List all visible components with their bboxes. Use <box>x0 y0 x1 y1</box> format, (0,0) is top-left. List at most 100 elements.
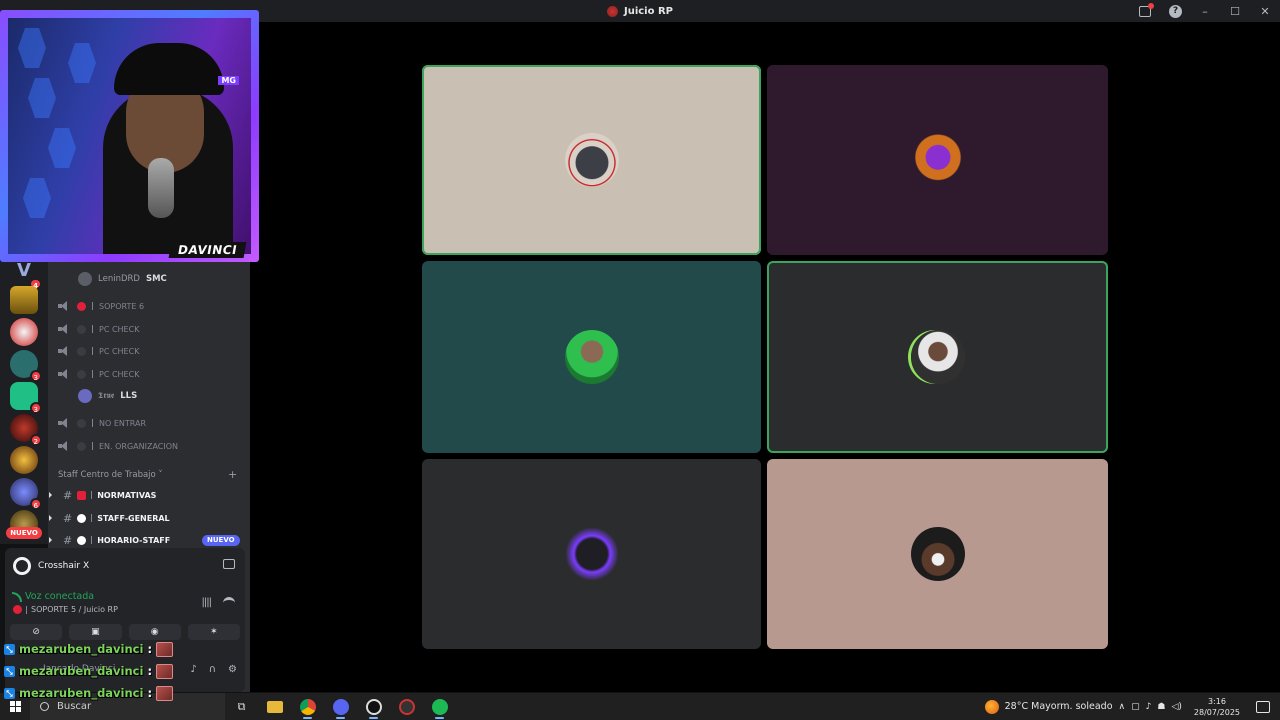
server-4[interactable]: 3 <box>10 350 42 382</box>
server-car[interactable] <box>10 318 38 346</box>
status-dot <box>77 369 86 379</box>
voice-channel[interactable]: NO ENTRAR <box>58 414 146 432</box>
neon-sign: MG <box>218 76 239 85</box>
emote-image <box>156 641 174 657</box>
close-button[interactable]: ✕ <box>1250 5 1280 18</box>
file-explorer-button[interactable] <box>258 693 291 720</box>
text-channel-name: STAFF-GENERAL <box>97 513 170 523</box>
obs-icon <box>365 698 382 715</box>
voice-channel[interactable]: EN. ORGANIZACION <box>58 437 178 455</box>
minimize-button[interactable]: – <box>1190 5 1220 18</box>
new-servers-pill[interactable]: NUEVO <box>6 527 42 539</box>
voice-connected-label[interactable]: Voz conectada <box>25 591 94 602</box>
server-8[interactable]: 6 <box>10 478 42 510</box>
tray-app-icon[interactable]: ▢ <box>1131 702 1140 712</box>
clock[interactable]: 3:16 28/07/2025 <box>1194 696 1240 718</box>
status-dot <box>77 301 86 311</box>
server-icon <box>606 5 618 17</box>
streamer-label: DAVINCI <box>168 242 247 258</box>
category-header[interactable]: Staff Centro de Trabajo ˅ <box>58 470 163 480</box>
help-icon[interactable]: ? <box>1169 4 1182 18</box>
member-tag: SMC <box>145 274 167 284</box>
webcam-feed: MG <box>8 18 251 254</box>
hash-icon: # <box>63 533 73 547</box>
screen-share-icon[interactable] <box>223 559 235 569</box>
maximize-button[interactable]: ☐ <box>1220 5 1250 18</box>
chat-message: ⤡ mezaruben_davinci : <box>0 660 230 682</box>
status-dot <box>77 346 86 356</box>
volume-icon[interactable]: ◁) <box>1171 702 1181 712</box>
server-6[interactable]: 2 <box>10 414 42 446</box>
mic-tray-icon[interactable]: ♪ <box>1146 702 1152 712</box>
voice-channel[interactable]: PC CHECK <box>58 365 139 383</box>
chrome-icon <box>299 698 316 715</box>
status-dot <box>77 418 86 428</box>
spotify-button[interactable] <box>423 693 456 720</box>
chat-message: ⤡ mezaruben_davinci : <box>0 682 230 704</box>
participant-tile-3[interactable] <box>422 261 761 453</box>
participant-tile-5[interactable] <box>422 459 761 649</box>
participant-tile-6[interactable] <box>767 459 1108 649</box>
add-channel-icon[interactable]: + <box>228 468 237 481</box>
status-dot <box>77 324 86 334</box>
noise-suppression-icon[interactable]: |||| <box>202 597 213 608</box>
discord-button[interactable] <box>324 693 357 720</box>
inbox-icon[interactable] <box>1139 2 1154 17</box>
network-icon[interactable]: ☗ <box>1157 702 1165 712</box>
spotify-icon <box>431 698 448 715</box>
weather-text[interactable]: 28°C Mayorm. soleado <box>1005 701 1113 712</box>
discord-icon <box>332 698 349 715</box>
disconnect-icon[interactable] <box>223 597 235 603</box>
voice-location-text: SOPORTE 5 / Juicio RP <box>31 605 118 614</box>
server-rail: V4 3 3 2 6 <box>0 256 48 544</box>
server-fm[interactable] <box>10 286 38 314</box>
voice-channel[interactable]: PC CHECK <box>58 342 139 360</box>
stream-chat-overlay: ⤡ mezaruben_davinci : ⤡ mezaruben_davinc… <box>0 638 230 704</box>
voice-channel-name: PC CHECK <box>99 369 140 379</box>
member-name: LeninDRD <box>98 274 140 284</box>
voice-channel-name: PC CHECK <box>99 324 140 334</box>
portrait-man-avatar <box>910 330 965 384</box>
task-view-icon: ⧉ <box>237 699 246 713</box>
obs-button[interactable] <box>357 693 390 720</box>
weather-icon <box>984 699 999 714</box>
badge: 3 <box>29 402 42 414</box>
chevron-up-icon[interactable]: ∧ <box>1119 702 1126 712</box>
voice-channel[interactable]: SOPORTE 6 <box>58 297 144 315</box>
server-5[interactable]: 3 <box>10 382 42 414</box>
window-title: Juicio RP <box>606 5 673 17</box>
angry-fist-avatar <box>564 133 619 187</box>
speech-bubble-icon <box>77 513 87 523</box>
notifications-icon[interactable] <box>1256 700 1270 713</box>
chat-username: mezaruben_davinci <box>19 642 144 656</box>
chat-separator: : <box>147 642 153 656</box>
participant-tile-4[interactable] <box>767 261 1108 453</box>
text-channel[interactable]: # HORARIO-STAFF <box>48 531 170 549</box>
member-tag: LLS <box>120 391 138 401</box>
text-channel[interactable]: # NORMATIVAS <box>48 486 156 504</box>
chat-message: ⤡ mezaruben_davinci : <box>0 638 230 660</box>
streamer-cap <box>114 43 224 95</box>
text-channel-name: NORMATIVAS <box>97 490 157 500</box>
signal-icon <box>12 592 22 602</box>
crosshair-app-button[interactable] <box>390 693 423 720</box>
server-7[interactable] <box>10 446 38 474</box>
folder-icon <box>266 700 283 713</box>
cartoon-face-avatar <box>910 527 965 581</box>
text-channel[interactable]: # STAFF-GENERAL <box>48 509 170 527</box>
participant-tile-2[interactable] <box>767 65 1108 255</box>
badge: 6 <box>29 498 42 510</box>
clock-date: 28/07/2025 <box>1193 707 1240 717</box>
chrome-button[interactable] <box>291 693 324 720</box>
purple-glow-avatar <box>564 527 619 581</box>
voice-location: SOPORTE 5 / Juicio RP <box>13 605 118 614</box>
voice-member[interactable]: 𝕿𝖗𝖚𝖊 LLS <box>78 387 137 405</box>
server-v[interactable]: V4 <box>10 258 42 290</box>
chat-separator: : <box>147 686 153 700</box>
voice-member[interactable]: LeninDRD SMC <box>78 270 167 288</box>
speaker-icon <box>58 369 71 379</box>
participant-tile-1[interactable] <box>422 65 761 255</box>
voice-channel[interactable]: PC CHECK <box>58 320 139 338</box>
clock-time: 3:16 <box>1207 696 1226 706</box>
emote-image <box>156 685 174 701</box>
